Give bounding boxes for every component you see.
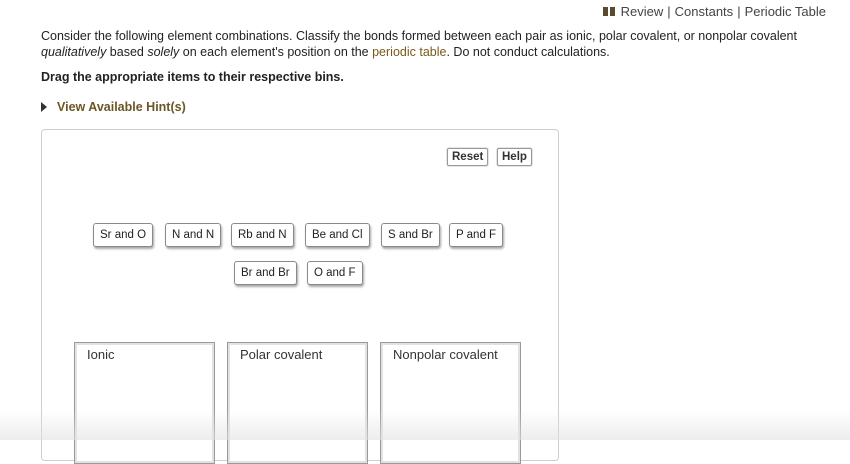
bin-polar-covalent[interactable]: Polar covalent — [227, 342, 368, 464]
hint-label: View Available Hint(s) — [57, 100, 186, 114]
question-emphasis: qualitatively — [41, 45, 107, 59]
review-link[interactable]: Review — [621, 4, 664, 19]
bin-label: Polar covalent — [238, 347, 325, 362]
bin-ionic[interactable]: Ionic — [74, 342, 215, 464]
separator: | — [737, 4, 741, 19]
draggable-item[interactable]: O and F — [307, 261, 363, 285]
question-part: . Do not conduct calculations. — [446, 45, 610, 59]
question-emphasis: solely — [147, 45, 180, 59]
question-part: based — [106, 45, 148, 59]
instruction-text: Drag the appropriate items to their resp… — [41, 70, 344, 84]
separator: | — [667, 4, 671, 19]
periodic-table-link[interactable]: Periodic Table — [745, 4, 826, 19]
draggable-item[interactable]: Sr and O — [93, 223, 154, 247]
draggable-item[interactable]: Be and Cl — [305, 223, 370, 247]
reset-button[interactable]: Reset — [447, 148, 489, 166]
periodic-table-inline-link[interactable]: periodic table — [372, 45, 446, 59]
bin-label: Nonpolar covalent — [391, 347, 500, 362]
draggable-item[interactable]: Rb and N — [231, 223, 294, 247]
draggable-item[interactable]: Br and Br — [234, 261, 297, 285]
view-hints-toggle[interactable]: View Available Hint(s) — [41, 100, 186, 114]
bin-nonpolar-covalent[interactable]: Nonpolar covalent — [380, 342, 521, 464]
bin-label: Ionic — [85, 347, 117, 362]
draggable-item[interactable]: S and Br — [381, 223, 440, 247]
help-button[interactable]: Help — [497, 148, 532, 166]
question-part: on each element's position on the — [179, 45, 373, 59]
constants-link[interactable]: Constants — [675, 4, 734, 19]
question-text: Consider the following element combinati… — [41, 28, 841, 60]
question-part: Consider the following element combinati… — [41, 29, 797, 43]
top-links: Review | Constants | Periodic Table — [602, 4, 826, 19]
draggable-item[interactable]: P and F — [449, 223, 504, 247]
book-icon — [602, 7, 615, 16]
expand-triangle-icon — [41, 102, 47, 112]
draggable-item[interactable]: N and N — [165, 223, 222, 247]
